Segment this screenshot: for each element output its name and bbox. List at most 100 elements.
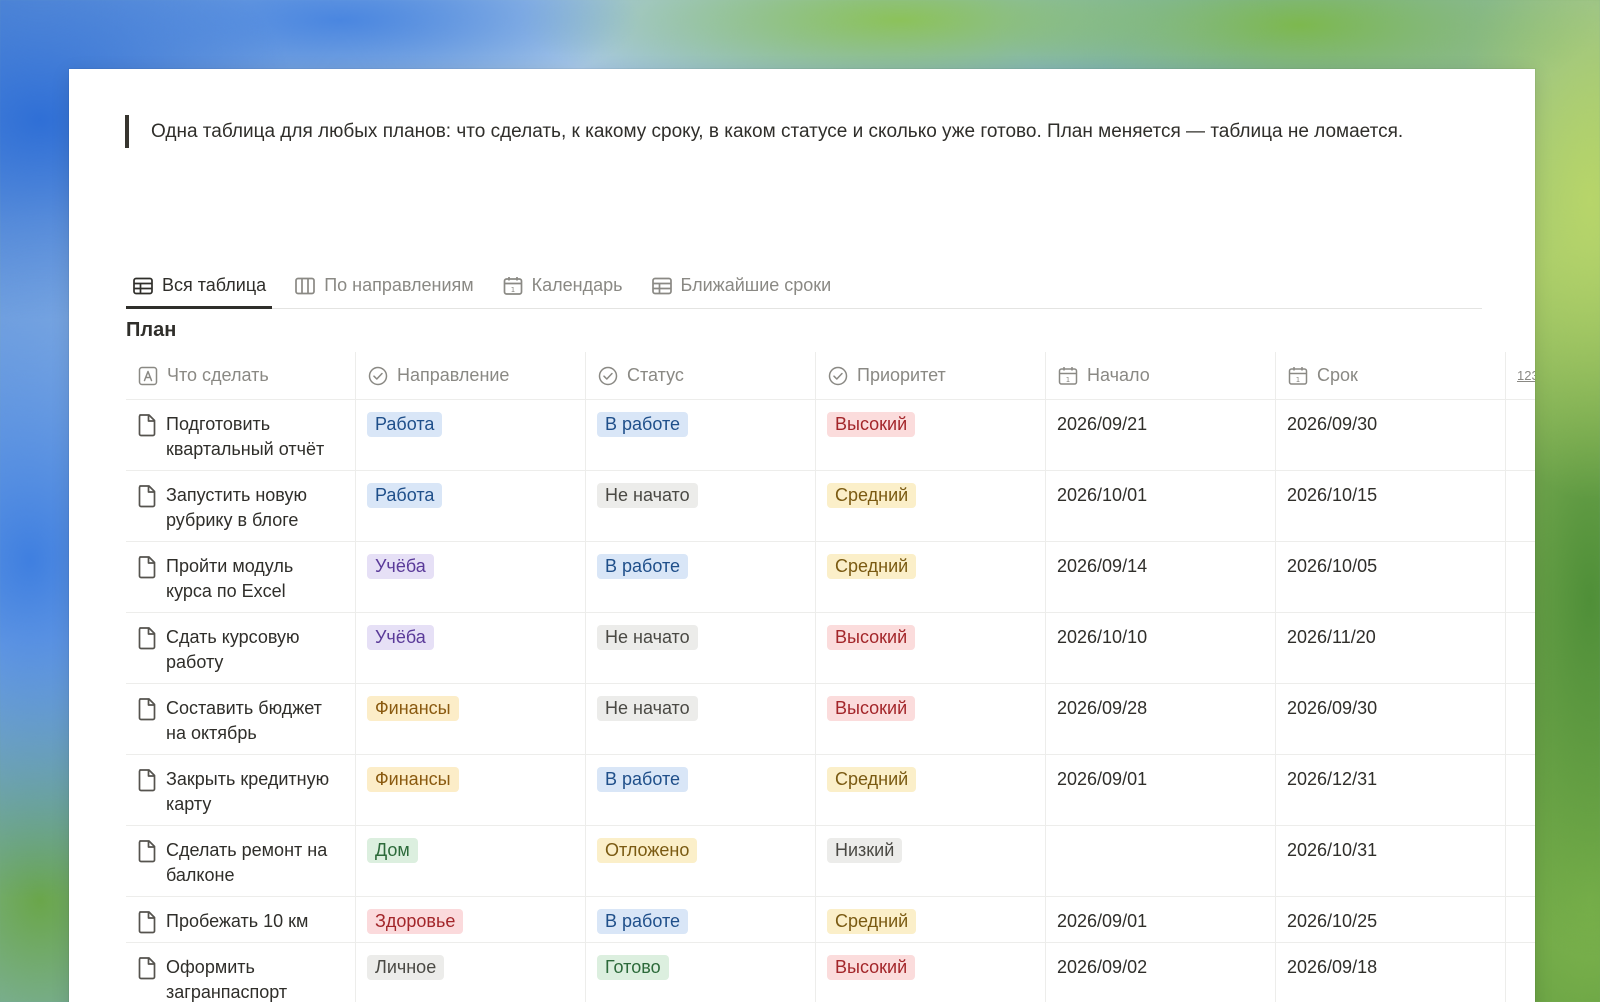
start-date-cell[interactable] (1046, 826, 1276, 896)
column-header-3[interactable]: Приоритет (816, 352, 1046, 399)
direction-tag[interactable]: Учёба (367, 554, 434, 579)
direction-cell[interactable]: Дом (356, 826, 586, 896)
task-name-cell[interactable]: Сделать ремонт на балконе (126, 826, 356, 896)
direction-tag[interactable]: Финансы (367, 696, 459, 721)
number-cell[interactable] (1506, 471, 1535, 541)
direction-cell[interactable]: Учёба (356, 542, 586, 612)
column-header-5[interactable]: 1 Срок (1276, 352, 1506, 399)
direction-cell[interactable]: Финансы (356, 684, 586, 754)
start-date-cell[interactable]: 2026/09/14 (1046, 542, 1276, 612)
number-cell[interactable] (1506, 897, 1535, 942)
status-cell[interactable]: Отложено (586, 826, 816, 896)
status-cell[interactable]: В работе (586, 542, 816, 612)
number-cell[interactable] (1506, 943, 1535, 1002)
table-row[interactable]: Пройти модуль курса по Excel Учёба В работ… (126, 542, 1535, 613)
priority-cell[interactable]: Средний (816, 542, 1046, 612)
status-cell[interactable]: Не начато (586, 684, 816, 754)
direction-tag[interactable]: Работа (367, 483, 443, 508)
task-name-cell[interactable]: Закрыть кредитную карту (126, 755, 356, 825)
start-date-cell[interactable]: 2026/09/21 (1046, 400, 1276, 470)
direction-cell[interactable]: Работа (356, 471, 586, 541)
direction-cell[interactable]: Личное (356, 943, 586, 1002)
status-cell[interactable]: Готово (586, 943, 816, 1002)
start-date-cell[interactable]: 2026/09/28 (1046, 684, 1276, 754)
due-date-cell[interactable]: 2026/09/30 (1276, 400, 1506, 470)
status-tag[interactable]: В работе (597, 767, 689, 792)
column-header-4[interactable]: 1 Начало (1046, 352, 1276, 399)
status-tag[interactable]: Не начато (597, 696, 698, 721)
direction-cell[interactable]: Финансы (356, 755, 586, 825)
direction-cell[interactable]: Работа (356, 400, 586, 470)
status-tag[interactable]: В работе (597, 412, 689, 437)
priority-tag[interactable]: Низкий (827, 838, 903, 863)
number-cell[interactable] (1506, 400, 1535, 470)
priority-cell[interactable]: Высокий (816, 400, 1046, 470)
table-row[interactable]: Составить бюджет на октябрь Финансы Не нач… (126, 684, 1535, 755)
table-row[interactable]: Пробежать 10 км Здоровье В работе Средний 20… (126, 897, 1535, 943)
table-row[interactable]: Запустить новую рубрику в блоге Работа Не … (126, 471, 1535, 542)
priority-cell[interactable]: Средний (816, 897, 1046, 942)
start-date-cell[interactable]: 2026/10/10 (1046, 613, 1276, 683)
due-date-cell[interactable]: 2026/10/31 (1276, 826, 1506, 896)
status-cell[interactable]: В работе (586, 400, 816, 470)
number-cell[interactable] (1506, 684, 1535, 754)
priority-tag[interactable]: Средний (827, 483, 917, 508)
tab-1[interactable]: По направлениям (288, 263, 479, 308)
priority-cell[interactable]: Средний (816, 471, 1046, 541)
table-row[interactable]: Оформить загранпаспорт Личное Готово Высоки… (126, 943, 1535, 1002)
column-header-2[interactable]: Статус (586, 352, 816, 399)
direction-tag[interactable]: Учёба (367, 625, 434, 650)
status-tag[interactable]: В работе (597, 909, 689, 934)
direction-cell[interactable]: Учёба (356, 613, 586, 683)
due-date-cell[interactable]: 2026/09/18 (1276, 943, 1506, 1002)
start-date-cell[interactable]: 2026/10/01 (1046, 471, 1276, 541)
priority-tag[interactable]: Высокий (827, 696, 916, 721)
priority-cell[interactable]: Высокий (816, 943, 1046, 1002)
due-date-cell[interactable]: 2026/10/05 (1276, 542, 1506, 612)
number-cell[interactable] (1506, 542, 1535, 612)
table-row[interactable]: Закрыть кредитную карту Финансы В работе Ср… (126, 755, 1535, 826)
direction-tag[interactable]: Здоровье (367, 909, 464, 934)
start-date-cell[interactable]: 2026/09/01 (1046, 897, 1276, 942)
column-header-6[interactable]: 123 (1506, 352, 1535, 399)
number-cell[interactable] (1506, 755, 1535, 825)
task-name-cell[interactable]: Сдать курсовую работу (126, 613, 356, 683)
due-date-cell[interactable]: 2026/10/15 (1276, 471, 1506, 541)
direction-tag[interactable]: Работа (367, 412, 443, 437)
database-title[interactable]: План (126, 319, 176, 342)
number-cell[interactable] (1506, 613, 1535, 683)
column-header-1[interactable]: Направление (356, 352, 586, 399)
start-date-cell[interactable]: 2026/09/01 (1046, 755, 1276, 825)
status-cell[interactable]: Не начато (586, 613, 816, 683)
priority-tag[interactable]: Средний (827, 554, 917, 579)
due-date-cell[interactable]: 2026/09/30 (1276, 684, 1506, 754)
tab-3[interactable]: Ближайшие сроки (645, 263, 838, 308)
task-name-cell[interactable]: Оформить загранпаспорт (126, 943, 356, 1002)
task-name-cell[interactable]: Подготовить квартальный отчёт (126, 400, 356, 470)
priority-cell[interactable]: Высокий (816, 684, 1046, 754)
number-cell[interactable] (1506, 826, 1535, 896)
task-name-cell[interactable]: Запустить новую рубрику в блоге (126, 471, 356, 541)
task-name-cell[interactable]: Пройти модуль курса по Excel (126, 542, 356, 612)
status-cell[interactable]: В работе (586, 897, 816, 942)
table-row[interactable]: Сделать ремонт на балконе Дом Отложено Низк… (126, 826, 1535, 897)
due-date-cell[interactable]: 2026/10/25 (1276, 897, 1506, 942)
start-date-cell[interactable]: 2026/09/02 (1046, 943, 1276, 1002)
priority-tag[interactable]: Средний (827, 909, 917, 934)
status-tag[interactable]: Отложено (597, 838, 698, 863)
due-date-cell[interactable]: 2026/11/20 (1276, 613, 1506, 683)
priority-tag[interactable]: Высокий (827, 955, 916, 980)
priority-cell[interactable]: Средний (816, 755, 1046, 825)
status-tag[interactable]: Готово (597, 955, 669, 980)
direction-tag[interactable]: Финансы (367, 767, 459, 792)
priority-tag[interactable]: Высокий (827, 412, 916, 437)
tab-0[interactable]: Вся таблица (126, 263, 273, 309)
task-name-cell[interactable]: Составить бюджет на октябрь (126, 684, 356, 754)
priority-tag[interactable]: Высокий (827, 625, 916, 650)
status-cell[interactable]: В работе (586, 755, 816, 825)
column-header-0[interactable]: Что сделать (126, 352, 356, 399)
priority-cell[interactable]: Высокий (816, 613, 1046, 683)
direction-cell[interactable]: Здоровье (356, 897, 586, 942)
table-row[interactable]: Сдать курсовую работу Учёба Не начато Высок… (126, 613, 1535, 684)
status-tag[interactable]: Не начато (597, 483, 698, 508)
